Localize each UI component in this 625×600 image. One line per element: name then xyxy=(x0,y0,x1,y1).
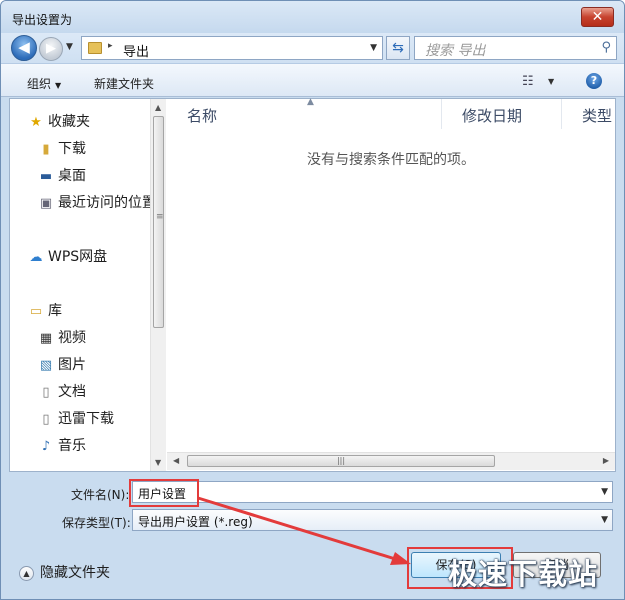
annotation-arrow xyxy=(197,496,411,565)
save-dialog: 导出设置为 ✕ ◀ ▶ ▼ ▸ 导出 ▼ ⇆ 搜索 导出 ⚲ 组织 ▼ 新建文件夹… xyxy=(0,0,625,600)
arrow-shaft xyxy=(197,496,406,564)
watermark: 极速下载站 xyxy=(448,557,599,591)
arrow-head xyxy=(390,552,411,565)
